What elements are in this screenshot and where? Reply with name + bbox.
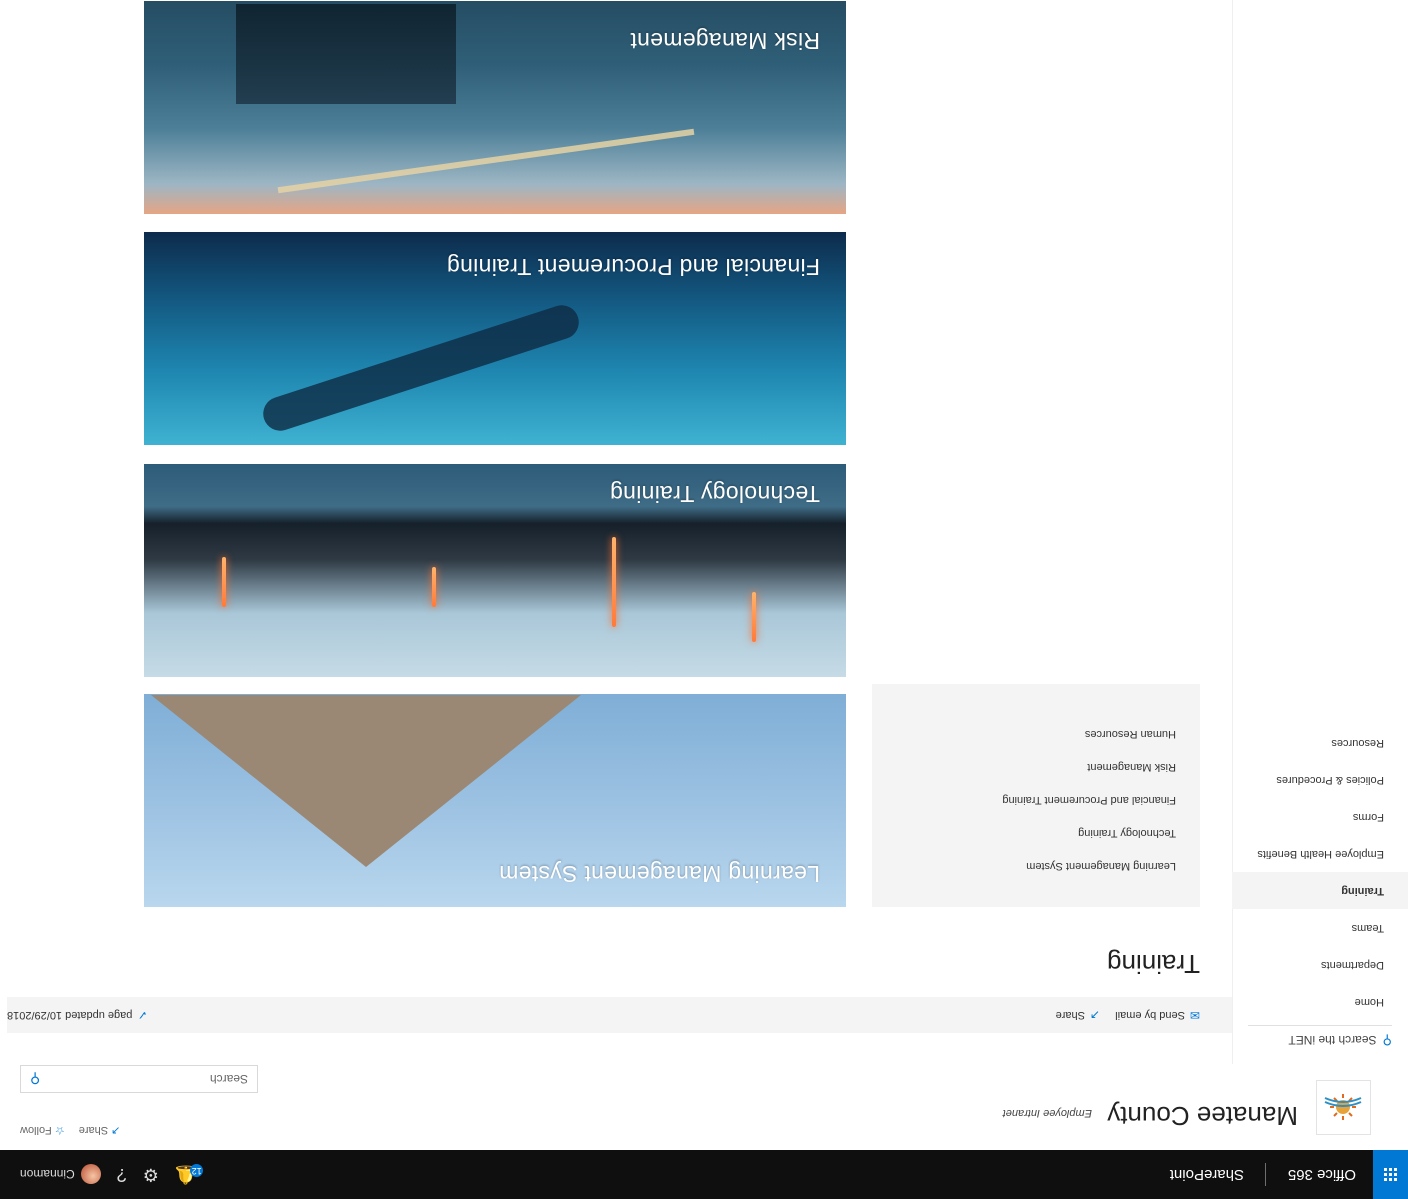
pyramid-image: [151, 695, 581, 867]
share-label: Share: [78, 1124, 109, 1136]
help-icon[interactable]: ?: [117, 1164, 127, 1185]
tile-caption: Technology Training: [609, 481, 820, 507]
quick-links: Learning Management System Technology Tr…: [872, 684, 1200, 907]
share-icon: ↗: [1089, 1008, 1100, 1022]
site-search-placeholder: Search: [209, 1072, 248, 1086]
send-by-email-button[interactable]: ✉ Send by email: [1115, 997, 1200, 1033]
follow-share-actions: ↗ Share ☆ Follow: [20, 1124, 120, 1137]
avatar: [80, 1164, 101, 1185]
tile-learning-management-system[interactable]: Learning Management System: [144, 694, 846, 907]
notification-badge: 12: [190, 1164, 204, 1177]
tile-financial-procurement-training[interactable]: Financial and Procurement Training: [144, 232, 846, 445]
user-name: Cinnamon: [20, 1167, 75, 1182]
nav-item-resources[interactable]: Resources: [1232, 724, 1408, 761]
tile-risk-management[interactable]: Risk Management: [144, 1, 846, 214]
follow-label: Follow: [20, 1124, 52, 1136]
tile-caption: Risk Management: [630, 28, 820, 54]
nav-item-home[interactable]: Home: [1232, 983, 1408, 1020]
search-icon: ⚲: [1382, 1033, 1392, 1048]
nav-item-forms[interactable]: Forms: [1232, 798, 1408, 835]
tile-technology-training[interactable]: Technology Training: [144, 464, 846, 677]
gear-icon[interactable]: ⚙: [143, 1164, 159, 1185]
nav-item-teams[interactable]: Teams: [1232, 909, 1408, 946]
quick-link-human-resources[interactable]: Human Resources: [1085, 728, 1176, 740]
manatee-logo-icon: [1325, 1094, 1362, 1121]
city-image: [236, 4, 456, 104]
site-description: Employee Intranet: [1002, 1107, 1092, 1119]
suite-actions: 🔔 12 ⚙ ? Cinnamon: [20, 1150, 204, 1199]
waffle-icon[interactable]: [1373, 1150, 1408, 1199]
nav-search-placeholder: Search the iNET: [1288, 1033, 1377, 1047]
lava-stream: [222, 557, 226, 607]
office-365-link[interactable]: Office 365: [1288, 1150, 1356, 1199]
quick-link-lms[interactable]: Learning Management System: [1026, 860, 1176, 872]
send-email-label: Send by email: [1115, 1009, 1185, 1021]
quick-link-technology-training[interactable]: Technology Training: [1078, 827, 1176, 839]
nav-item-training[interactable]: Training: [1232, 872, 1408, 909]
email-icon: ✉: [1189, 1008, 1200, 1022]
sharepoint-link[interactable]: SharePoint: [1170, 1150, 1244, 1199]
share-icon: ↗: [111, 1124, 121, 1136]
user-menu[interactable]: Cinnamon: [20, 1164, 101, 1185]
site-logo[interactable]: [1316, 1080, 1371, 1135]
lava-stream: [432, 567, 436, 607]
command-bar: ✉ Send by email ↗ Share ✓ page updated 1…: [7, 997, 1232, 1033]
share-page-button[interactable]: ↗ Share: [1056, 997, 1100, 1033]
nav-item-employee-health-benefits[interactable]: Employee Health Benefits: [1232, 835, 1408, 872]
diver-image: [258, 300, 584, 436]
pencil-icon: ✓: [137, 1008, 148, 1022]
page-updated-status: ✓ page updated 10/29/2018: [7, 997, 147, 1033]
page-title: Training: [1107, 949, 1200, 979]
quick-link-financial-procurement[interactable]: Financial and Procurement Training: [1002, 794, 1176, 806]
tile-caption: Learning Management System: [498, 861, 820, 887]
suite-bar: Office 365 SharePoint 🔔 12 ⚙ ? Cinnamon: [0, 1150, 1408, 1199]
bridge-image: [277, 128, 695, 194]
tile-caption: Financial and Procurement Training: [446, 254, 820, 280]
nav-item-departments[interactable]: Departments: [1232, 946, 1408, 983]
search-icon[interactable]: ⚲: [30, 1071, 40, 1088]
follow-button[interactable]: ☆ Follow: [20, 1124, 65, 1137]
site-title[interactable]: Manatee County: [1107, 1100, 1298, 1131]
left-navigation: ⚲ Search the iNET Home Departments Teams…: [1232, 0, 1408, 1064]
lava-stream: [752, 592, 756, 642]
star-icon: ☆: [54, 1124, 65, 1136]
share-page-label: Share: [1055, 1009, 1085, 1021]
nav-search-input[interactable]: ⚲ Search the iNET: [1248, 1025, 1392, 1054]
page-updated-label: page updated 10/29/2018: [7, 1009, 133, 1021]
lava-stream: [612, 537, 616, 627]
site-search-input[interactable]: Search ⚲: [20, 1065, 258, 1093]
page: Office 365 SharePoint 🔔12 ⚙ ? Cinnamon: [0, 0, 1408, 1199]
bell-icon[interactable]: 🔔 12: [175, 1164, 204, 1185]
quick-link-risk-management[interactable]: Risk Management: [1087, 761, 1176, 773]
nav-item-policies-procedures[interactable]: Policies & Procedures: [1232, 761, 1408, 798]
share-button[interactable]: ↗ Share: [79, 1124, 121, 1137]
suite-divider: [1265, 1163, 1266, 1186]
